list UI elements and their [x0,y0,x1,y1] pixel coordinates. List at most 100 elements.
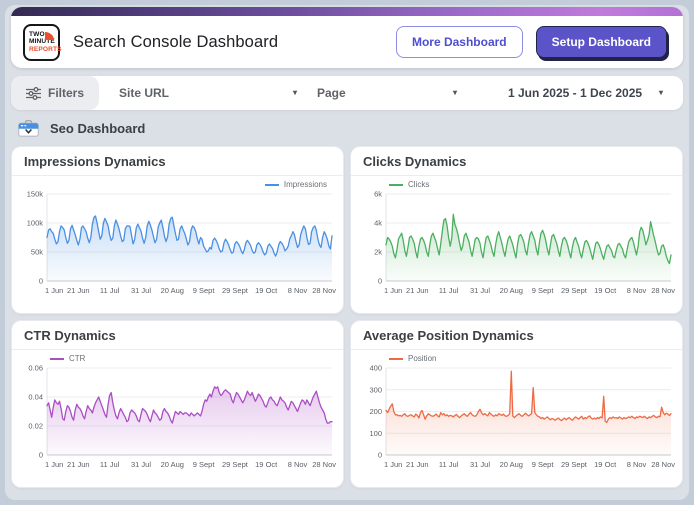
svg-text:28 Nov: 28 Nov [651,286,675,295]
svg-text:31 Jul: 31 Jul [470,286,490,295]
svg-text:20 Aug: 20 Aug [161,286,184,295]
site-url-dropdown[interactable]: Site URL ▾ [99,86,307,100]
chart-title: Impressions Dynamics [12,147,343,176]
section-header: Seo Dashboard [18,120,676,137]
legend-label: CTR [69,354,86,363]
svg-text:0.06: 0.06 [28,364,43,373]
logo-line-1: TWO [29,30,45,38]
page-title: Search Console Dashboard [73,32,279,51]
svg-text:0: 0 [378,451,382,460]
svg-text:9 Sept: 9 Sept [193,460,216,469]
svg-text:11 Jul: 11 Jul [100,286,120,295]
ctr-line-chart: 0 0.02 0.04 0.06 1 Jun 21 Jun 11 Jul 31 Jul 20 A… [20,353,336,486]
svg-text:9 Sept: 9 Sept [532,286,555,295]
svg-text:2k: 2k [374,248,382,257]
svg-text:19 Oct: 19 Oct [594,286,617,295]
charts-grid: Impressions Dynamics Impressions 0 50k 100… [11,146,683,488]
impressions-line-chart: 0 50k 100k 150k 1 Jun 21 Jun 11 Jul 31 Jul 20 Au… [20,179,337,312]
svg-text:28 Nov: 28 Nov [312,286,336,295]
svg-text:1 Jun: 1 Jun [45,286,63,295]
sliders-icon [25,86,41,100]
chevron-down-icon: ▾ [658,88,663,97]
svg-text:1 Jun: 1 Jun [45,460,63,469]
app-window: TWO MINUTE REPORTS Search Console Dashbo… [5,5,689,500]
svg-text:0.02: 0.02 [28,422,43,431]
chart-area: Position 0 100 200 300 400 1 Jun 21 Jun 11 Jul 3… [351,350,682,486]
chart-area: CTR 0 0.02 0.04 0.06 1 Jun 21 Jun 11 Jul 31 Jul… [12,350,343,486]
chart-legend: CTR [50,354,85,363]
svg-text:20 Aug: 20 Aug [161,460,184,469]
chart-area: Clicks 0 2k 4k 6k 1 Jun 21 Jun 11 Jul 31 Jul 20 … [351,176,682,312]
svg-text:0: 0 [378,277,382,286]
date-range-picker[interactable]: 1 Jun 2025 - 1 Dec 2025 ▾ [467,86,683,100]
svg-text:31 Jul: 31 Jul [131,460,151,469]
svg-text:19 Oct: 19 Oct [255,286,278,295]
svg-text:11 Jul: 11 Jul [100,460,120,469]
chart-title: CTR Dynamics [12,321,343,350]
svg-text:8 Nov: 8 Nov [288,460,308,469]
header-gradient-bar [11,7,683,16]
svg-text:8 Nov: 8 Nov [288,286,308,295]
chart-title: Clicks Dynamics [351,147,682,176]
svg-text:0: 0 [39,277,43,286]
setup-dashboard-button[interactable]: Setup Dashboard [535,26,667,58]
svg-text:21 Jun: 21 Jun [67,460,90,469]
page-dropdown[interactable]: Page ▾ [307,86,467,100]
svg-text:21 Jun: 21 Jun [406,460,429,469]
svg-text:1 Jun: 1 Jun [384,460,402,469]
logo-quarter-circle-icon [45,31,54,40]
svg-text:29 Sept: 29 Sept [222,460,249,469]
svg-text:8 Nov: 8 Nov [627,460,647,469]
legend-swatch [389,357,403,360]
chart-area: Impressions 0 50k 100k 150k 1 Jun 21 Jun 11 Ju… [12,176,343,312]
header-bar: TWO MINUTE REPORTS Search Console Dashbo… [11,16,683,68]
date-range-value: 1 Jun 2025 - 1 Dec 2025 [507,86,643,100]
svg-text:6k: 6k [374,190,382,199]
svg-text:9 Sept: 9 Sept [193,286,216,295]
page-label: Page [317,86,346,100]
svg-text:400: 400 [369,364,382,373]
svg-text:0.04: 0.04 [28,393,43,402]
svg-text:20 Aug: 20 Aug [500,460,523,469]
logo-line-3: REPORTS [29,45,62,53]
legend-swatch [264,183,279,186]
two-minute-reports-logo: TWO MINUTE REPORTS [23,23,62,61]
svg-text:100k: 100k [27,219,44,228]
legend-label: Clicks [408,180,430,189]
briefcase-dashboard-icon [18,120,39,137]
svg-text:28 Nov: 28 Nov [312,460,336,469]
svg-text:4k: 4k [374,219,382,228]
svg-text:100: 100 [369,429,382,438]
filters-toggle[interactable]: Filters [11,76,99,110]
svg-text:8 Nov: 8 Nov [627,286,647,295]
svg-text:21 Jun: 21 Jun [406,286,429,295]
header-card: TWO MINUTE REPORTS Search Console Dashbo… [11,7,683,68]
clicks-line-chart: 0 2k 4k 6k 1 Jun 21 Jun 11 Jul 31 Jul 20 Aug 9 Se… [359,179,675,312]
chart-legend: Clicks [389,180,429,189]
filter-bar: Filters Site URL ▾ Page ▾ 1 Jun 2025 - 1… [11,76,683,110]
svg-text:20 Aug: 20 Aug [500,286,523,295]
svg-text:1 Jun: 1 Jun [384,286,402,295]
legend-swatch [389,183,403,186]
svg-text:29 Sept: 29 Sept [561,460,588,469]
chart-card-ctr: CTR Dynamics CTR 0 0.02 0.04 0.06 1 Jun 21 Ju… [11,320,344,488]
svg-text:0: 0 [39,451,43,460]
legend-label: Position [408,354,437,363]
svg-text:9 Sept: 9 Sept [532,460,555,469]
chart-card-position: Average Position Dynamics Position 0 100 2… [350,320,683,488]
svg-text:11 Jul: 11 Jul [439,286,459,295]
svg-text:300: 300 [369,385,382,394]
site-url-label: Site URL [119,86,170,100]
chart-card-impressions: Impressions Dynamics Impressions 0 50k 100… [11,146,344,314]
svg-text:150k: 150k [27,190,44,199]
more-dashboard-button[interactable]: More Dashboard [395,26,523,58]
chart-card-clicks: Clicks Dynamics Clicks 0 2k 4k 6k 1 Jun 21 Ju… [350,146,683,314]
chevron-down-icon: ▾ [292,88,297,97]
svg-text:31 Jul: 31 Jul [131,286,151,295]
svg-text:28 Nov: 28 Nov [651,460,675,469]
svg-text:19 Oct: 19 Oct [594,460,617,469]
chart-title: Average Position Dynamics [351,321,682,350]
chevron-down-icon: ▾ [452,88,457,97]
svg-text:19 Oct: 19 Oct [255,460,278,469]
svg-text:29 Sept: 29 Sept [222,286,249,295]
